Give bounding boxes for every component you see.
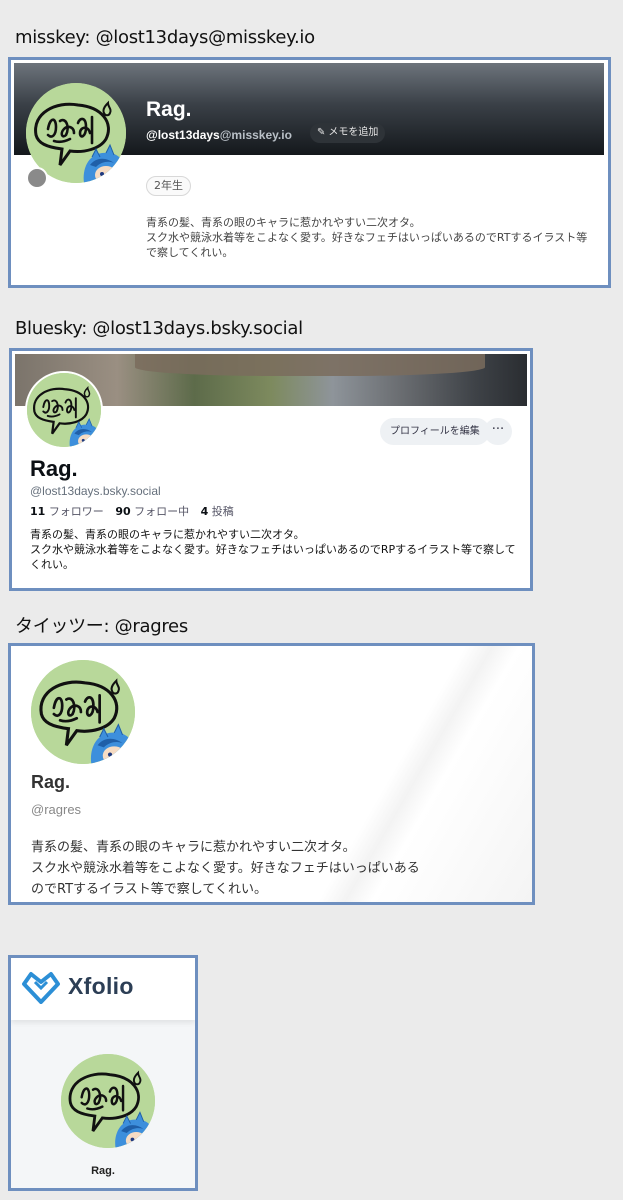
taittsuu-profile-card: Rag. @ragres 青系の髪、青系の眼のキャラに惹かれやすい二次オタ。 ス… [8, 643, 535, 905]
followers-link[interactable]: 11 フォロワー [30, 505, 104, 518]
profile-handle: @ragres [31, 802, 82, 817]
profile-stats: 11 フォロワー 90 フォロー中 4 投稿 [30, 503, 234, 519]
banner-bridge-shape [135, 354, 485, 376]
bluesky-section-label: Bluesky: @lost13days.bsky.social [15, 318, 303, 339]
edit-profile-button[interactable]: プロフィールを編集 [380, 418, 490, 445]
add-memo-button[interactable]: ✎ メモを追加 [310, 123, 386, 143]
following-link[interactable]: 90 フォロー中 [115, 505, 189, 518]
following-label: フォロー中 [134, 505, 190, 518]
xfolio-logo-icon[interactable] [21, 970, 61, 1004]
profile-bio: 青系の髪、青系の眼のキャラに惹かれやすい二次オタ。 スク水や競泳水着等をこよなく… [31, 840, 420, 897]
edit-icon: ✎ [317, 127, 326, 138]
misskey-profile-card: Rag. @lost13days@misskey.io ✎ メモを追加 2年生 青… [8, 57, 611, 288]
handle-host: @misskey.io [219, 128, 292, 142]
posts-count: 4 [200, 505, 209, 518]
status-dot [26, 167, 48, 189]
profile-handle: @lost13days@misskey.io [146, 128, 292, 142]
profile-name: Rag. [146, 98, 192, 121]
xfolio-profile-card: Xfolio Rag. [8, 955, 198, 1191]
posts-link: 4 投稿 [201, 505, 234, 518]
profile-bio: 青系の髪、青系の眼のキャラに惹かれやすい二次オタ。 スク水や競泳水着等をこよなく… [30, 528, 516, 571]
avatar-image[interactable] [31, 660, 135, 764]
profile-bio: 青系の髪、青系の眼のキャラに惹かれやすい二次オタ。 スク水や競泳水着等をこよなく… [146, 216, 588, 259]
profile-name: Rag. [30, 456, 78, 481]
bluesky-profile-card: プロフィールを編集 ··· Rag. @lost13days.bsky.soci… [9, 348, 533, 591]
more-icon[interactable]: ··· [484, 418, 512, 445]
profile-handle: @lost13days.bsky.social [30, 484, 161, 498]
misskey-section-label: misskey: @lost13days@misskey.io [15, 27, 315, 48]
posts-label: 投稿 [211, 505, 234, 518]
handle-user: @lost13days [146, 128, 220, 142]
profile-name: Rag. [31, 772, 71, 792]
following-count: 90 [115, 505, 131, 518]
add-memo-label: メモを追加 [328, 127, 379, 138]
taittsuu-section-label: タイッツー: @ragres [15, 616, 188, 637]
xfolio-logo-text[interactable]: Xfolio [68, 973, 134, 1000]
followers-count: 11 [30, 505, 46, 518]
avatar-image[interactable] [61, 1054, 155, 1148]
profile-name: Rag. [91, 1165, 115, 1177]
account-age-badge: 2年生 [146, 176, 191, 196]
xfolio-header: Xfolio [11, 958, 195, 1020]
followers-label: フォロワー [48, 505, 104, 518]
avatar-image[interactable] [25, 371, 103, 449]
